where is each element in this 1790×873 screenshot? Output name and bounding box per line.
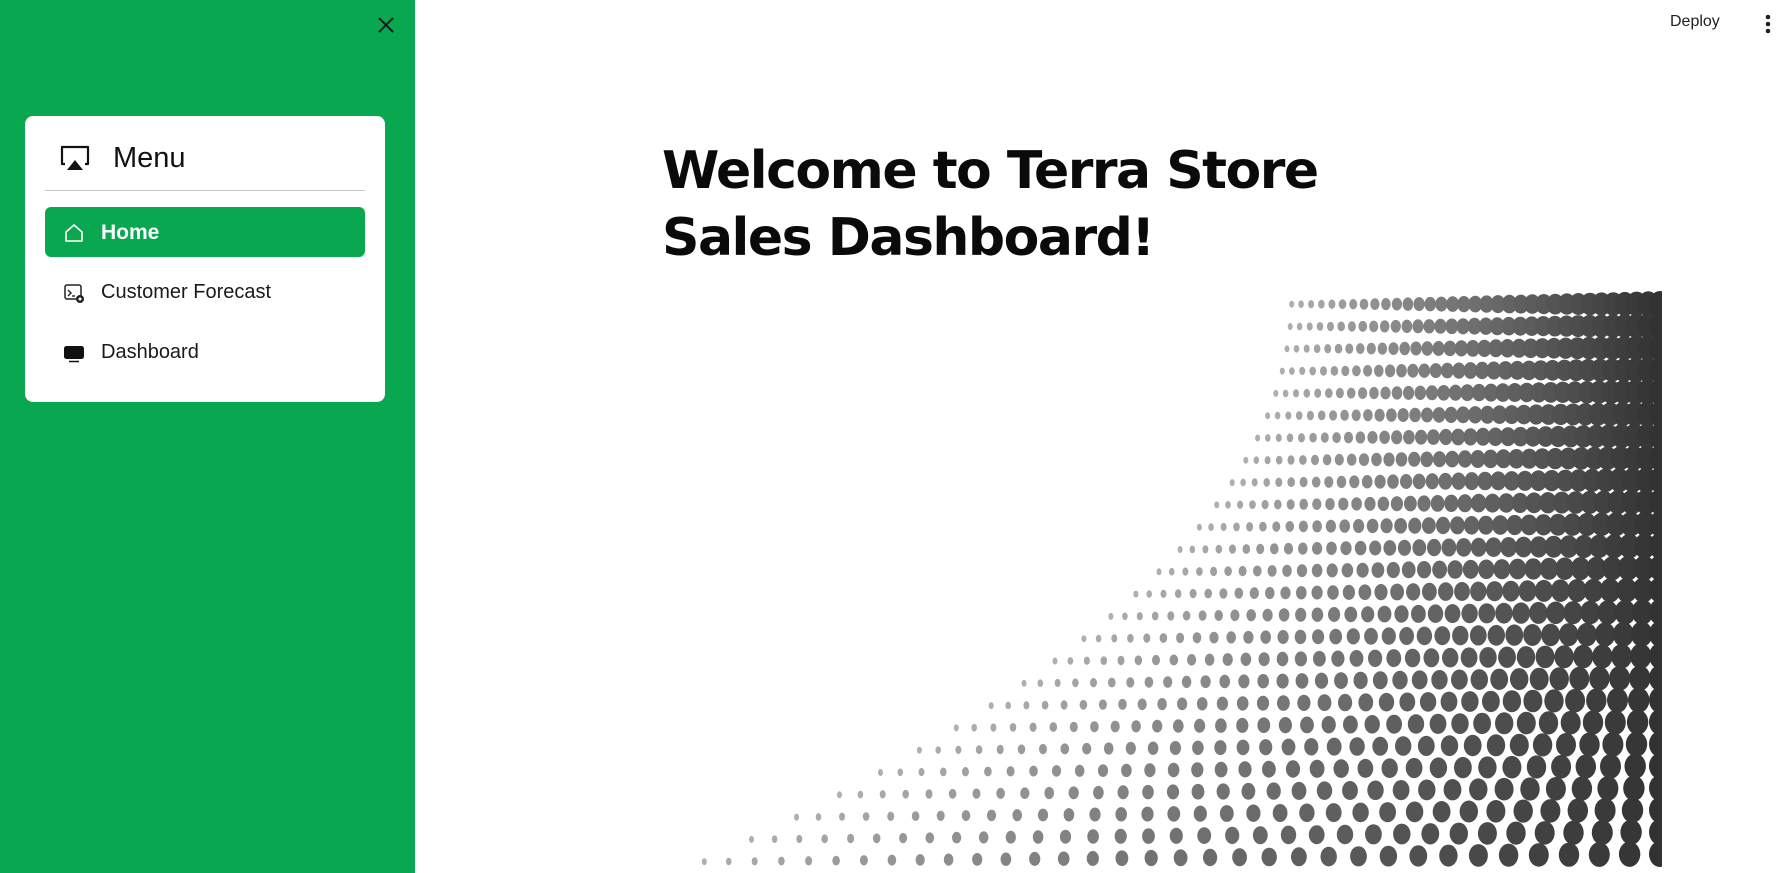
nav-item-dashboard[interactable]: Dashboard <box>45 327 365 377</box>
nav-item-customer-forecast[interactable]: Customer Forecast <box>45 267 365 317</box>
nav-item-label: Home <box>101 221 160 244</box>
menu-header: Menu <box>25 116 385 191</box>
hero-image <box>662 290 1662 873</box>
nav-item-home[interactable]: Home <box>45 207 365 257</box>
halftone-dot-wave-image <box>701 291 1662 867</box>
deploy-button[interactable]: Deploy <box>1670 13 1720 31</box>
page-title: Welcome to Terra Store Sales Dashboard! <box>662 141 1319 268</box>
nav-item-label: Dashboard <box>101 341 199 363</box>
option-menu: Menu Home Customer Forecast Dashboard <box>25 116 385 402</box>
app-window: Menu Home Customer Forecast Dashboard De… <box>0 0 1790 873</box>
main-menu-button[interactable] <box>1758 12 1778 36</box>
menu-title: Menu <box>113 142 186 174</box>
close-sidebar-button[interactable] <box>375 14 397 36</box>
sidebar: Menu Home Customer Forecast Dashboard <box>0 0 415 873</box>
home-icon <box>65 224 83 242</box>
more-vertical-icon <box>1765 14 1771 34</box>
monitor-icon <box>64 346 84 363</box>
close-icon <box>378 17 394 33</box>
image-settings-icon <box>64 284 84 303</box>
airplay-icon <box>60 145 90 170</box>
menu-divider <box>45 190 365 191</box>
nav-item-label: Customer Forecast <box>101 281 272 303</box>
